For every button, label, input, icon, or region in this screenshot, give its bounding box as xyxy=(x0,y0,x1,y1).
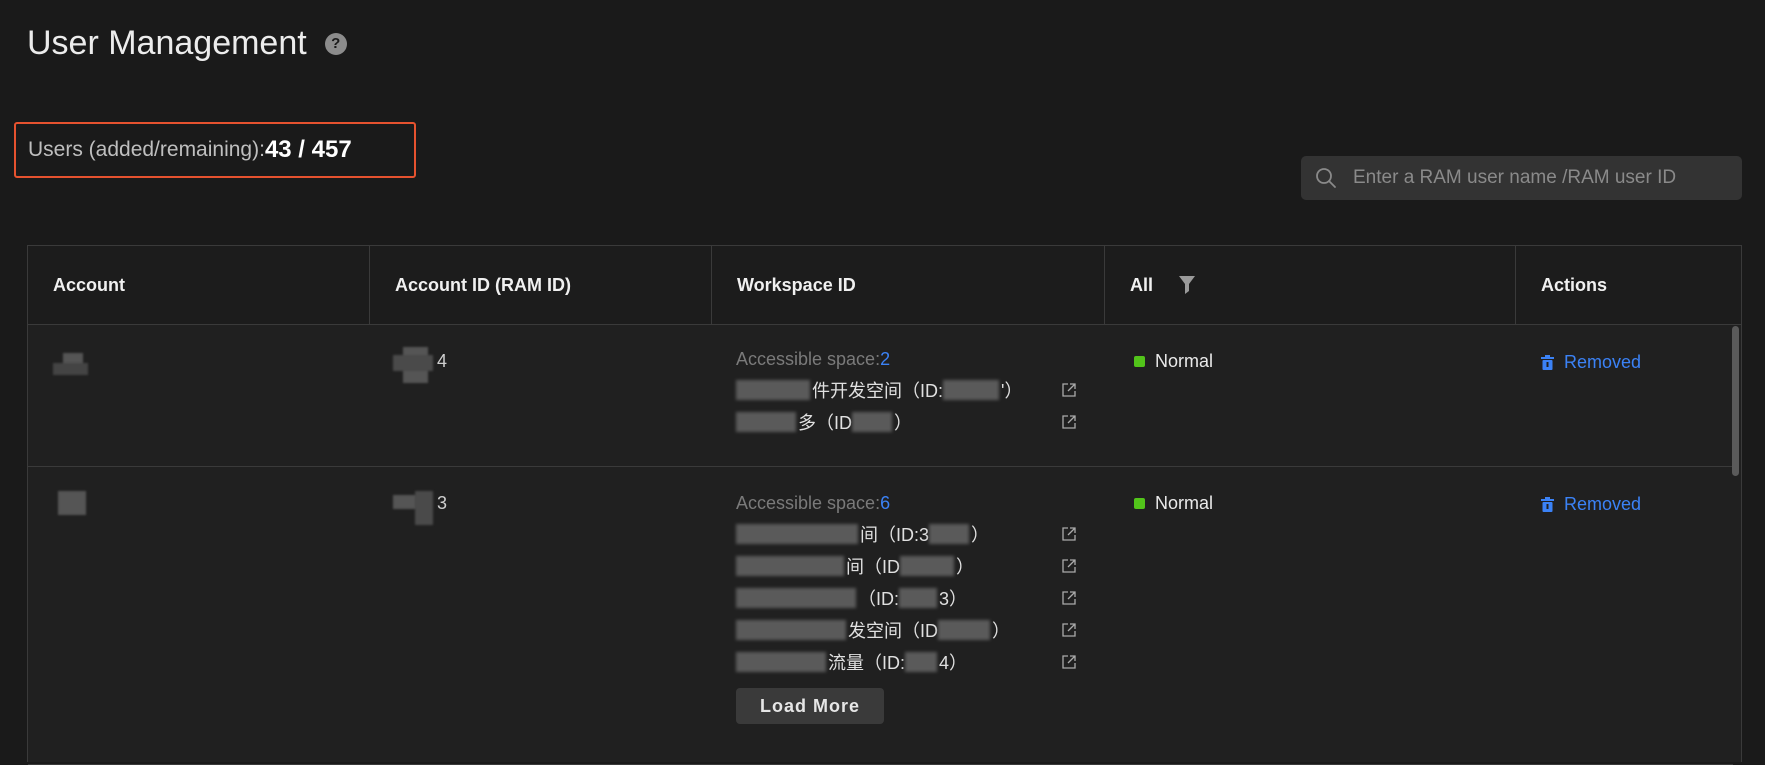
table-header: Account Account ID (RAM ID) Workspace ID… xyxy=(28,246,1741,325)
users-count-value: 43 / 457 xyxy=(264,136,352,163)
trash-icon xyxy=(1541,497,1554,512)
table-row: 3 Accessible space:6 间（ID:3 ） 间（ID ） （ID: 3… xyxy=(28,467,1733,765)
actions-cell: Removed xyxy=(1541,494,1641,515)
status-cell: Normal xyxy=(1134,351,1213,372)
col-header-workspace-id[interactable]: Workspace ID xyxy=(712,246,1105,324)
status-text: Normal xyxy=(1155,493,1214,513)
accessible-space: Accessible space:6 xyxy=(736,493,1076,514)
account-id-masked: 3 xyxy=(393,489,453,529)
workspace-tail: ） xyxy=(971,525,990,545)
removed-label: Removed xyxy=(1564,352,1642,372)
workspace-item[interactable]: 间（ID:3 ） xyxy=(736,522,1076,546)
users-count-summary: Users (added/remaining): 43 / 457 xyxy=(14,122,416,178)
col-header-actions: Actions xyxy=(1541,274,1608,295)
status-dot-icon xyxy=(1134,356,1145,367)
workspace-item[interactable]: 件开发空间（ID: '） xyxy=(736,378,1076,402)
workspace-cell: Accessible space:6 间（ID:3） 间（ID） （ID: 3） … xyxy=(736,493,1076,724)
workspace-item[interactable]: 流量（ID: 4） xyxy=(736,650,1076,674)
removed-label: Removed xyxy=(1564,494,1642,514)
filter-icon[interactable] xyxy=(1179,276,1196,294)
col-header-account[interactable]: Account xyxy=(28,246,370,324)
workspace-name: 发空间（ID xyxy=(848,621,938,641)
workspace-name: 流量（ID: xyxy=(828,653,906,673)
trash-icon xyxy=(1541,355,1554,370)
load-more-button[interactable]: Load More xyxy=(736,688,884,724)
status-badge: Normal xyxy=(1134,493,1213,514)
workspace-name: 多（ID xyxy=(798,413,852,433)
status-badge: Normal xyxy=(1134,351,1213,372)
users-table: Account Account ID (RAM ID) Workspace ID… xyxy=(27,245,1742,765)
col-header-status[interactable]: All xyxy=(1105,246,1516,324)
account-id-masked: 4 xyxy=(393,347,453,387)
workspace-item[interactable]: 多（ID ） xyxy=(736,410,1076,434)
external-link-icon[interactable] xyxy=(1062,655,1076,669)
table-row: 4 Accessible space:2 件开发空间（ID: '） 多（ID ） N… xyxy=(28,325,1733,467)
account-name-masked xyxy=(53,353,103,377)
workspace-name: 间（ID:3 xyxy=(860,525,930,545)
actions-cell: Removed xyxy=(1541,352,1641,373)
workspace-tail: ） xyxy=(894,413,912,433)
removed-action[interactable]: Removed xyxy=(1541,494,1641,515)
search-box[interactable] xyxy=(1301,156,1742,200)
account-id-suffix: 4 xyxy=(437,351,448,371)
workspace-name: （ID: xyxy=(858,589,900,609)
workspace-item[interactable]: 发空间（ID ） xyxy=(736,618,1076,642)
status-filter-label: All xyxy=(1130,274,1154,295)
col-header-account-id[interactable]: Account ID (RAM ID) xyxy=(370,246,712,324)
removed-action[interactable]: Removed xyxy=(1541,352,1641,373)
external-link-icon[interactable] xyxy=(1062,415,1076,429)
page-title: User Management xyxy=(27,24,307,62)
external-link-icon[interactable] xyxy=(1062,623,1076,637)
status-text: Normal xyxy=(1155,351,1214,371)
workspace-tail: '） xyxy=(1001,381,1023,401)
status-dot-icon xyxy=(1134,498,1145,509)
external-link-icon[interactable] xyxy=(1062,559,1076,573)
workspace-tail: ） xyxy=(992,621,1010,641)
accessible-space-count[interactable]: 2 xyxy=(880,349,890,369)
page-title-wrap: User Management ? xyxy=(27,24,347,63)
accessible-space-count[interactable]: 6 xyxy=(880,493,890,513)
account-id-suffix: 3 xyxy=(437,493,448,513)
workspace-tail: 4） xyxy=(939,653,968,673)
workspace-item[interactable]: （ID: 3） xyxy=(736,586,1076,610)
external-link-icon[interactable] xyxy=(1062,591,1076,605)
external-link-icon[interactable] xyxy=(1062,383,1076,397)
external-link-icon[interactable] xyxy=(1062,527,1076,541)
account-name-masked xyxy=(53,491,103,515)
search-icon xyxy=(1316,168,1336,188)
users-count-label: Users (added/remaining): xyxy=(28,138,265,161)
table-scrollbar[interactable] xyxy=(1732,326,1739,476)
workspace-name: 件开发空间（ID: xyxy=(812,381,944,401)
accessible-space-label: Accessible space: xyxy=(736,493,881,513)
workspace-tail: ） xyxy=(956,557,974,577)
workspace-cell: Accessible space:2 件开发空间（ID: '） 多（ID ） xyxy=(736,349,1076,434)
workspace-tail: 3） xyxy=(939,589,968,609)
search-input[interactable] xyxy=(1351,166,1735,190)
accessible-space: Accessible space:2 xyxy=(736,349,1076,370)
accessible-space-label: Accessible space: xyxy=(736,349,881,369)
workspace-name: 间（ID xyxy=(846,557,900,577)
workspace-item[interactable]: 间（ID ） xyxy=(736,554,1076,578)
status-cell: Normal xyxy=(1134,493,1213,514)
help-icon[interactable]: ? xyxy=(324,32,347,55)
